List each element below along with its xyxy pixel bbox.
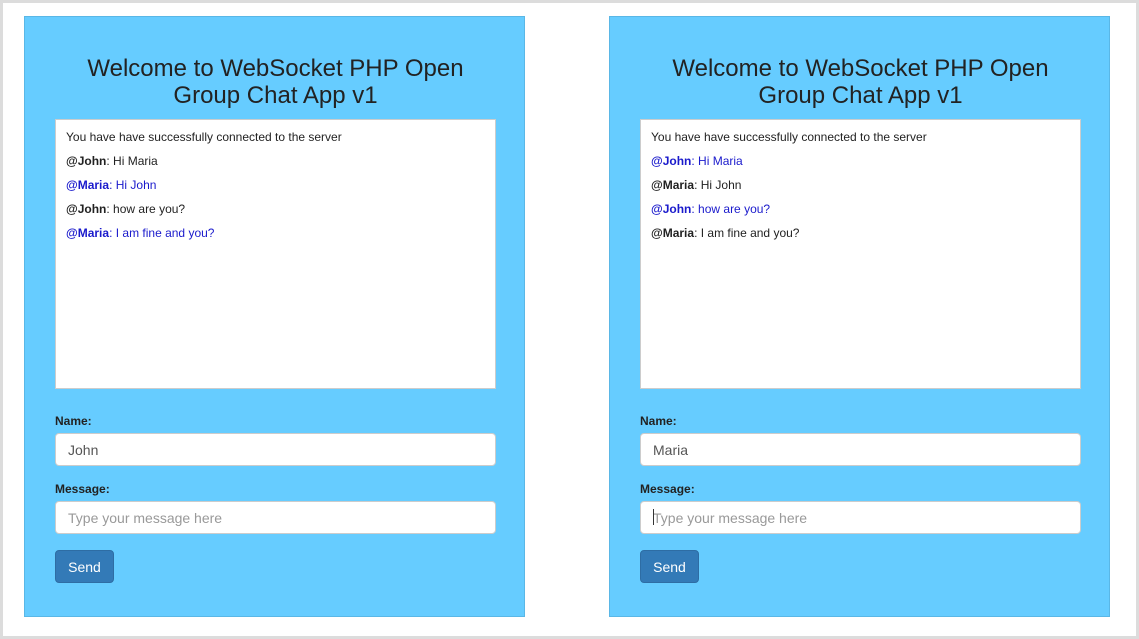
message-nick: @Maria [651,178,695,192]
app-title: Welcome to WebSocket PHP Open Group Chat… [672,55,1049,109]
message-nick: @Maria [66,226,110,240]
message-nick: @Maria [651,226,695,240]
chat-message: @Maria: Hi John [66,177,485,193]
message-text: : Hi Maria [691,154,743,168]
message-label: Message: [55,482,110,496]
message-nick: @John [66,154,107,168]
message-input-focused[interactable] [640,501,1081,534]
send-button[interactable]: Send [640,550,699,583]
message-text: : I am fine and you? [694,226,800,240]
chat-message: @Maria: Hi John [651,177,1070,193]
status-message: You have have successfully connected to … [651,130,927,144]
message-label: Message: [640,482,695,496]
chat-message: @John: Hi Maria [66,153,485,169]
text-cursor [653,509,654,525]
message-text: : Hi John [109,178,157,192]
message-nick: @John [66,202,107,216]
chat-message: @John: Hi Maria [651,153,1070,169]
message-input[interactable] [55,501,496,534]
app-title: Welcome to WebSocket PHP Open Group Chat… [87,55,464,109]
message-nick: @Maria [66,178,110,192]
chat-panel-maria: Welcome to WebSocket PHP Open Group Chat… [609,16,1110,617]
message-text: : how are you? [691,202,771,216]
send-button[interactable]: Send [55,550,114,583]
name-input[interactable] [640,433,1081,466]
message-text: : Hi Maria [106,154,158,168]
chat-panel-john: Welcome to WebSocket PHP Open Group Chat… [24,16,525,617]
chat-messages-box[interactable]: You have have successfully connected to … [640,119,1081,389]
chat-message: @John: how are you? [66,201,485,217]
name-label: Name: [640,414,677,428]
name-input[interactable] [55,433,496,466]
status-message: You have have successfully connected to … [66,130,342,144]
browser-frame: Welcome to WebSocket PHP Open Group Chat… [0,0,1139,639]
chat-message: @Maria: I am fine and you? [651,225,1070,241]
message-nick: @John [651,202,692,216]
message-text: : Hi John [694,178,742,192]
message-text: : I am fine and you? [109,226,215,240]
message-nick: @John [651,154,692,168]
chat-messages-box[interactable]: You have have successfully connected to … [55,119,496,389]
name-label: Name: [55,414,92,428]
chat-message: @John: how are you? [651,201,1070,217]
message-text: : how are you? [106,202,186,216]
chat-message: @Maria: I am fine and you? [66,225,485,241]
